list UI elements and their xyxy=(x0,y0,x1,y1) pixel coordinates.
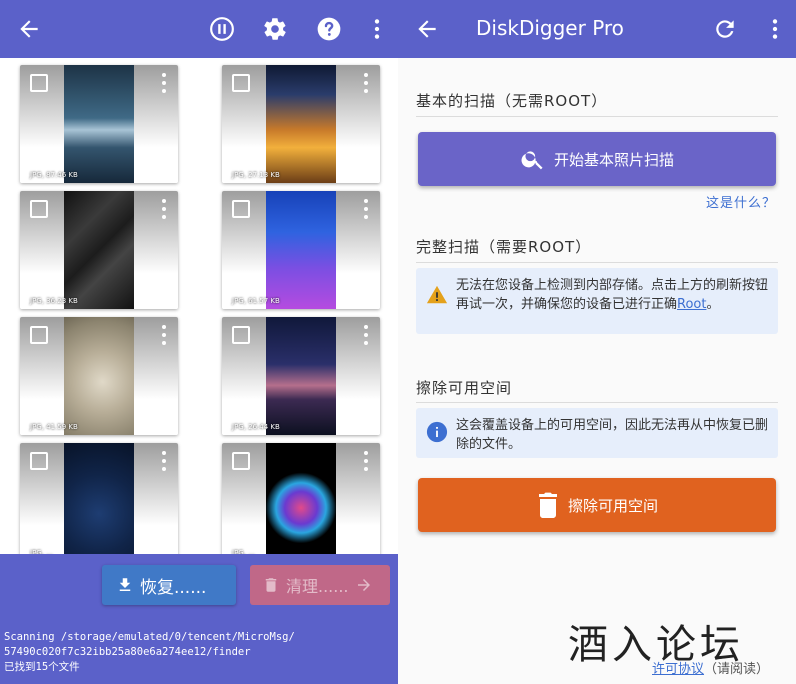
warning-end: 。 xyxy=(706,297,720,312)
thumbnail-item[interactable]: JPG, 27.13 KB xyxy=(222,65,380,183)
app-title: DiskDigger Pro xyxy=(476,16,624,40)
thumbnail-item[interactable]: JPG, ... xyxy=(222,443,380,561)
file-info: JPG, 36.23 KB xyxy=(30,297,78,305)
trash-icon xyxy=(538,492,557,518)
fullscreen-icon[interactable] xyxy=(154,411,172,429)
file-info: JPG, 27.13 KB xyxy=(232,171,280,179)
checkbox-icon[interactable] xyxy=(232,74,250,92)
file-info: JPG, 61.57 KB xyxy=(232,297,280,305)
arrow-right-icon xyxy=(357,579,370,591)
more-vert-icon[interactable] xyxy=(162,73,166,93)
fullscreen-icon[interactable] xyxy=(356,285,374,303)
what-is-this-link[interactable]: 这是什么？ xyxy=(706,192,776,211)
checkbox-icon[interactable] xyxy=(232,452,250,470)
full-scan-warning: 无法在您设备上检测到内部存储。点击上方的刷新按钮再试一次，并确保您的设备已进行正… xyxy=(416,268,778,334)
divider xyxy=(416,116,778,117)
gear-icon[interactable] xyxy=(260,14,290,44)
clean-button[interactable]: 清理...... xyxy=(250,565,390,605)
file-info: JPG, 87.46 KB xyxy=(30,171,78,179)
recover-label: 恢复...... xyxy=(140,577,207,598)
photo-preview xyxy=(266,443,336,561)
photo-preview xyxy=(64,65,134,183)
wipe-label: 擦除可用空间 xyxy=(567,496,658,515)
checkbox-icon[interactable] xyxy=(232,200,250,218)
fullscreen-icon[interactable] xyxy=(154,285,172,303)
recover-button[interactable]: 恢复...... xyxy=(102,565,236,605)
divider xyxy=(416,262,778,263)
thumbnail-item[interactable]: JPG, 87.46 KB xyxy=(20,65,178,183)
warning-text: 无法在您设备上检测到内部存储。点击上方的刷新按钮再试一次，并确保您的设备已进行正… xyxy=(456,278,769,312)
more-vert-icon[interactable] xyxy=(362,14,392,44)
checkbox-icon[interactable] xyxy=(30,200,48,218)
back-arrow-icon[interactable] xyxy=(412,14,442,44)
pause-icon[interactable] xyxy=(207,14,237,44)
more-vert-icon[interactable] xyxy=(162,325,166,345)
photo-preview xyxy=(266,317,336,435)
wipe-button[interactable]: 擦除可用空间 xyxy=(418,478,776,532)
thumbnail-item[interactable]: JPG, ... xyxy=(20,443,178,561)
status-line: Scanning /storage/emulated/0/tencent/Mic… xyxy=(4,631,295,643)
basic-scan-heading: 基本的扫描（无需ROOT） xyxy=(416,92,608,110)
photo-preview xyxy=(64,317,134,435)
warning-icon xyxy=(426,285,448,304)
more-vert-icon[interactable] xyxy=(364,451,368,471)
main-screen: DiskDigger Pro 基本的扫描（无需ROOT） 开始基本照片扫描 这是… xyxy=(398,0,796,684)
status-line: 57490c020f7c32ibb25a80e6a274ee12/finder xyxy=(4,646,251,658)
results-toolbar xyxy=(0,0,398,58)
help-icon[interactable] xyxy=(314,14,344,44)
thumbnail-grid: JPG, 87.46 KB JPG, 27.13 KB JPG, 36.23 K… xyxy=(0,58,398,561)
fullscreen-icon[interactable] xyxy=(154,159,172,177)
wipe-heading: 擦除可用空间 xyxy=(416,379,513,397)
checkbox-icon[interactable] xyxy=(30,74,48,92)
main-toolbar: DiskDigger Pro xyxy=(398,0,796,58)
checkbox-icon[interactable] xyxy=(30,452,48,470)
scan-status: Scanning /storage/emulated/0/tencent/Mic… xyxy=(0,620,398,684)
divider xyxy=(416,402,778,403)
refresh-icon[interactable] xyxy=(710,14,740,44)
fullscreen-icon[interactable] xyxy=(356,537,374,555)
info-icon xyxy=(426,421,448,443)
basic-scan-label: 开始基本照片扫描 xyxy=(553,150,674,169)
thumbnail-item[interactable]: JPG, 61.57 KB xyxy=(222,191,380,309)
basic-scan-button[interactable]: 开始基本照片扫描 xyxy=(418,132,776,186)
more-vert-icon[interactable] xyxy=(364,199,368,219)
back-arrow-icon[interactable] xyxy=(14,14,44,44)
wipe-info-text: 这会覆盖设备上的可用空间，因此无法再从中恢复已删除的文件。 xyxy=(456,418,769,452)
thumbnail-item[interactable]: JPG, 41.59 KB xyxy=(20,317,178,435)
download-icon xyxy=(119,578,131,591)
more-vert-icon[interactable] xyxy=(162,451,166,471)
file-info: JPG, 41.59 KB xyxy=(30,423,78,431)
full-scan-heading: 完整扫描（需要ROOT） xyxy=(416,238,592,256)
search-icon xyxy=(521,151,543,170)
photo-preview xyxy=(266,65,336,183)
checkbox-icon[interactable] xyxy=(30,326,48,344)
photo-preview xyxy=(64,191,134,309)
more-vert-icon[interactable] xyxy=(162,199,166,219)
wipe-info: 这会覆盖设备上的可用空间，因此无法再从中恢复已删除的文件。 xyxy=(416,408,778,458)
trash-icon xyxy=(265,578,277,592)
fullscreen-icon[interactable] xyxy=(154,537,172,555)
photo-preview xyxy=(266,191,336,309)
thumbnail-item[interactable]: JPG, 36.23 KB xyxy=(20,191,178,309)
more-vert-icon[interactable] xyxy=(760,14,790,44)
more-vert-icon[interactable] xyxy=(364,73,368,93)
checkbox-icon[interactable] xyxy=(232,326,250,344)
root-link[interactable]: Root xyxy=(677,297,706,312)
scan-results-screen: JPG, 87.46 KB JPG, 27.13 KB JPG, 36.23 K… xyxy=(0,0,398,684)
thumbnail-item[interactable]: JPG, 26.44 KB xyxy=(222,317,380,435)
more-vert-icon[interactable] xyxy=(364,325,368,345)
watermark: 酒入论坛 xyxy=(568,622,744,668)
clean-label: 清理...... xyxy=(286,577,349,596)
fullscreen-icon[interactable] xyxy=(356,411,374,429)
status-line: 已找到15个文件 xyxy=(4,661,80,673)
fullscreen-icon[interactable] xyxy=(356,159,374,177)
file-info: JPG, 26.44 KB xyxy=(232,423,280,431)
photo-preview xyxy=(64,443,134,561)
